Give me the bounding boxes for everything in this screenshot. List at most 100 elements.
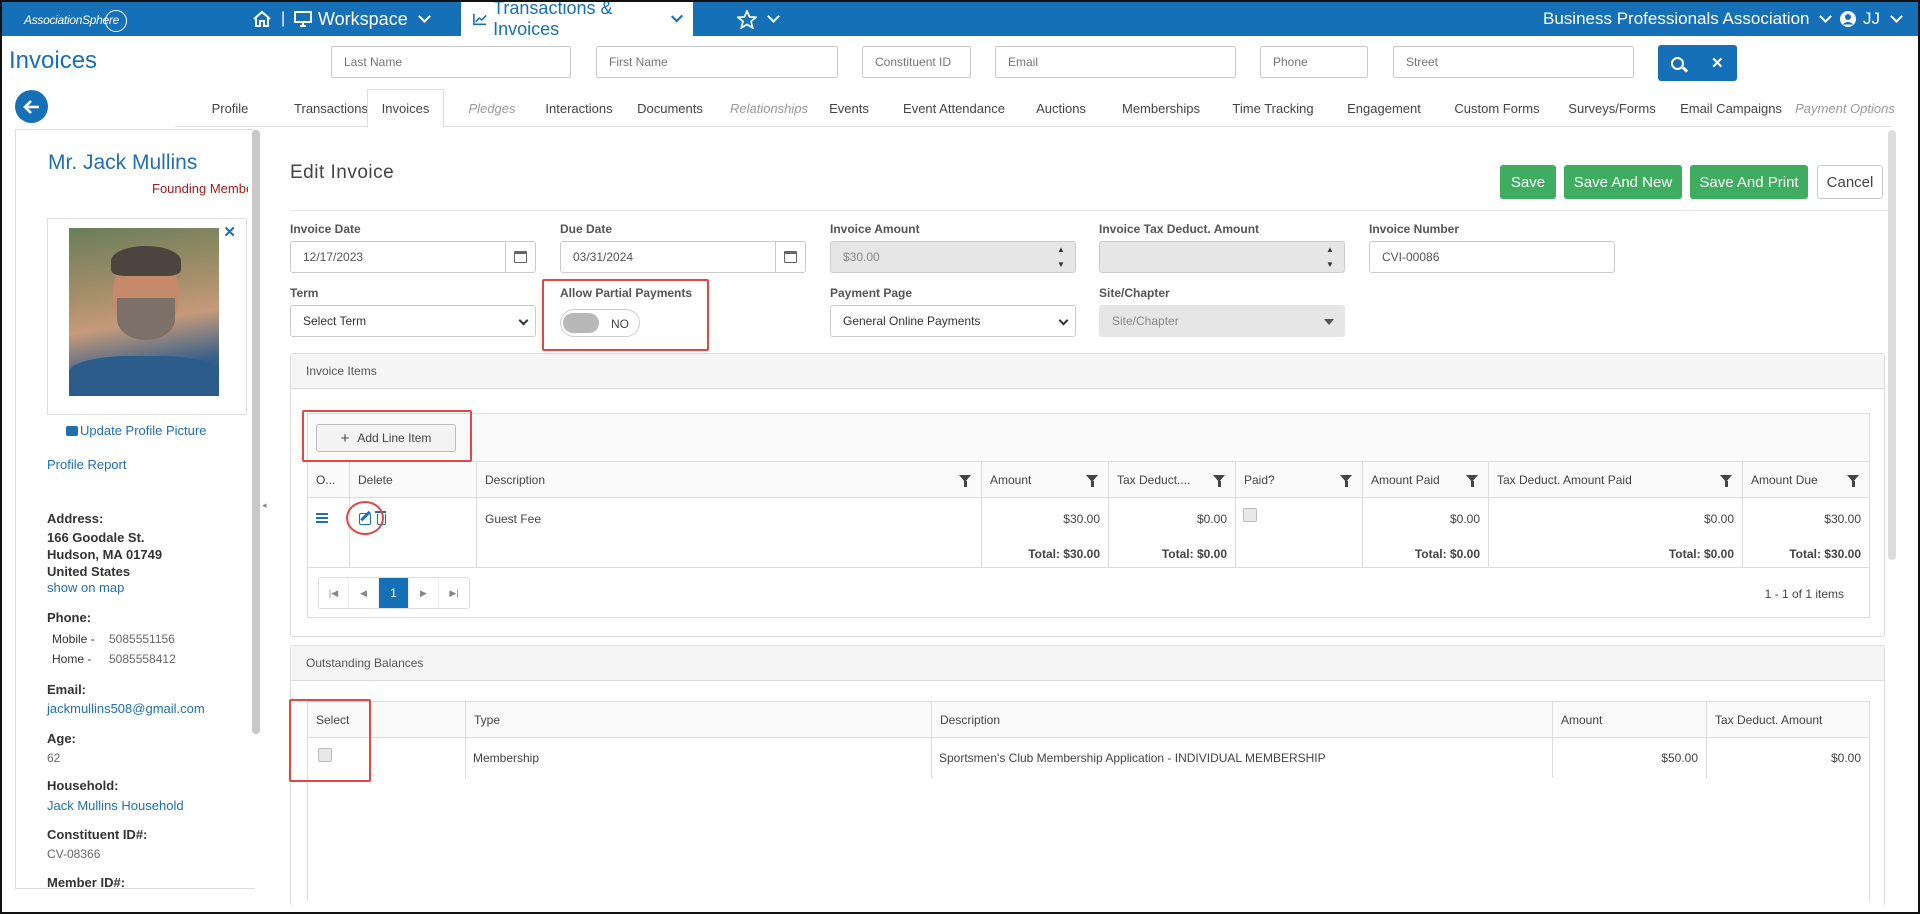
invoice-items-title: Invoice Items <box>291 354 1884 389</box>
col-order[interactable]: O... <box>308 462 349 497</box>
email-link[interactable]: jackmullins508@gmail.com <box>47 701 205 716</box>
payment-page-select[interactable]: General Online Payments <box>830 305 1076 337</box>
show-on-map-link[interactable]: show on map <box>47 580 124 595</box>
sidebar-scrollbar[interactable] <box>252 130 260 734</box>
col-description[interactable]: Description <box>931 702 1552 737</box>
nav-workspace[interactable]: Workspace <box>294 2 431 36</box>
save-button[interactable]: Save <box>1500 165 1556 199</box>
tab-transactions[interactable]: Transactions <box>285 89 377 127</box>
item-tax: $0.00 <box>1196 512 1227 526</box>
chevron-down-icon <box>1819 10 1833 23</box>
col-amount-due[interactable]: Amount Due <box>1742 462 1869 497</box>
search-first-name[interactable] <box>596 46 838 78</box>
tab-documents[interactable]: Documents <box>622 89 718 127</box>
due-date-field[interactable]: 03/31/2024 <box>560 241 806 273</box>
divider <box>290 210 1888 211</box>
tab-auctions[interactable]: Auctions <box>1024 89 1098 127</box>
total-amount: Total: $30.00 <box>1028 547 1100 561</box>
term-select[interactable]: Select Term <box>290 305 536 337</box>
filter-icon[interactable] <box>959 475 971 487</box>
update-profile-picture-link[interactable]: Update Profile Picture <box>66 423 206 438</box>
back-button[interactable] <box>15 90 48 123</box>
highlight-box <box>302 410 472 462</box>
tab-relationships[interactable]: Relationships <box>716 89 822 127</box>
due-date-value: 03/31/2024 <box>573 250 634 264</box>
search-phone[interactable] <box>1260 46 1368 78</box>
col-tax[interactable]: Tax Deduct.... <box>1108 462 1235 497</box>
search-icon[interactable] <box>1671 56 1685 70</box>
filter-icon[interactable] <box>1466 475 1478 487</box>
col-amount[interactable]: Amount <box>1552 702 1706 737</box>
tab-time-tracking[interactable]: Time Tracking <box>1217 89 1329 127</box>
search-constituent-id[interactable] <box>862 46 971 78</box>
caret-down-icon <box>1324 319 1334 325</box>
col-tax[interactable]: Tax Deduct. Amount <box>1706 702 1869 737</box>
search-email[interactable] <box>995 46 1236 78</box>
filter-icon[interactable] <box>1847 475 1859 487</box>
last-page-icon[interactable]: ▶| <box>439 578 469 608</box>
profile-report-link[interactable]: Profile Report <box>47 457 126 472</box>
filter-icon[interactable] <box>1720 475 1732 487</box>
prev-page-icon[interactable]: ◀ <box>349 578 379 608</box>
tab-interactions[interactable]: Interactions <box>530 89 628 127</box>
calendar-icon[interactable] <box>775 242 805 272</box>
col-description[interactable]: Description <box>476 462 981 497</box>
tab-engagement[interactable]: Engagement <box>1329 89 1439 127</box>
due-date-label: Due Date <box>560 222 613 236</box>
monitor-icon <box>294 11 312 27</box>
col-amount-paid[interactable]: Amount Paid <box>1362 462 1488 497</box>
balance-description: Sportsmen's Club Membership Application … <box>939 751 1326 765</box>
drag-handle-icon[interactable] <box>316 513 328 523</box>
col-delete[interactable]: Delete <box>349 462 476 497</box>
tab-pledges[interactable]: Pledges <box>444 89 540 127</box>
next-page-icon[interactable]: ▶ <box>409 578 439 608</box>
invoice-amount-label: Invoice Amount <box>830 222 920 236</box>
main-scrollbar[interactable] <box>1888 130 1896 560</box>
household-link[interactable]: Jack Mullins Household <box>47 798 184 813</box>
tab-surveys-forms[interactable]: Surveys/Forms <box>1555 89 1669 127</box>
app-logo[interactable]: AssociationSphere <box>24 10 127 32</box>
clear-search-icon[interactable]: ✕ <box>1711 54 1724 72</box>
total-tax: Total: $0.00 <box>1161 547 1227 561</box>
nav-transactions[interactable]: Transactions & Invoices <box>461 0 693 39</box>
paid-checkbox[interactable] <box>1243 508 1257 522</box>
first-page-icon[interactable]: |◀ <box>319 578 349 608</box>
tab-memberships[interactable]: Memberships <box>1105 89 1217 127</box>
col-amount[interactable]: Amount <box>981 462 1108 497</box>
search-button-group: ✕ <box>1658 45 1737 81</box>
search-street[interactable] <box>1393 46 1634 78</box>
item-tax-paid: $0.00 <box>1703 512 1734 526</box>
invoice-number-label: Invoice Number <box>1369 222 1460 236</box>
col-type[interactable]: Type <box>465 702 931 737</box>
tab-payment-options[interactable]: Payment Options <box>1787 89 1903 127</box>
term-label: Term <box>290 286 319 300</box>
filter-icon[interactable] <box>1340 475 1352 487</box>
invoice-number-field[interactable]: CVI-00086 <box>1369 241 1615 273</box>
filter-icon[interactable] <box>1213 475 1225 487</box>
col-tax-paid[interactable]: Tax Deduct. Amount Paid <box>1488 462 1742 497</box>
pager-info: 1 - 1 of 1 items <box>1764 587 1844 601</box>
page-number[interactable]: 1 <box>379 578 409 608</box>
search-last-name[interactable] <box>331 46 571 78</box>
tab-email-campaigns[interactable]: Email Campaigns <box>1669 89 1793 127</box>
filter-icon[interactable] <box>1086 475 1098 487</box>
favorites-menu[interactable] <box>737 2 780 36</box>
org-selector[interactable]: Business Professionals Association <box>1543 2 1833 36</box>
col-paid[interactable]: Paid? <box>1235 462 1362 497</box>
total-amount-paid: Total: $0.00 <box>1414 547 1480 561</box>
user-menu[interactable]: JJ <box>1839 2 1903 36</box>
chevron-down-icon <box>767 10 780 23</box>
home-icon[interactable] <box>252 2 272 36</box>
tab-custom-forms[interactable]: Custom Forms <box>1439 89 1555 127</box>
tab-profile[interactable]: Profile <box>175 89 285 127</box>
tab-invoices[interactable]: Invoices <box>367 89 444 128</box>
calendar-icon[interactable] <box>505 242 535 272</box>
tab-events[interactable]: Events <box>818 89 880 127</box>
cancel-button[interactable]: Cancel <box>1817 165 1883 199</box>
star-icon <box>737 9 757 29</box>
save-and-print-button[interactable]: Save And Print <box>1690 165 1808 199</box>
save-and-new-button[interactable]: Save And New <box>1564 165 1682 199</box>
invoice-date-field[interactable]: 12/17/2023 <box>290 241 536 273</box>
tab-event-attendance[interactable]: Event Attendance <box>891 89 1017 127</box>
remove-photo-icon[interactable]: ✕ <box>223 223 236 241</box>
